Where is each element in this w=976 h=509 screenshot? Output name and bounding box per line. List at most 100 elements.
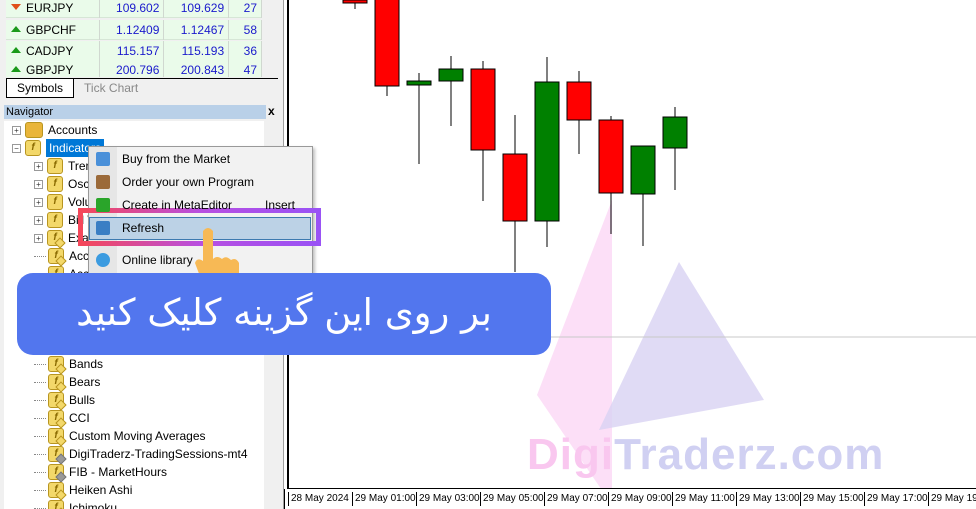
indicator-icon: f: [47, 230, 63, 246]
indicator-icon: f: [48, 356, 64, 372]
tree-item[interactable]: f Ichimoku: [34, 499, 117, 509]
time-tick-label: 29 May 19:00: [928, 492, 976, 506]
tab-tick-chart[interactable]: Tick Chart: [74, 79, 148, 98]
bearish-candle: [374, 0, 400, 87]
time-tick-label: 29 May 05:00: [480, 492, 544, 506]
bullish-candle: [630, 145, 656, 195]
bearish-candle: [566, 81, 592, 121]
indicator-icon: f: [48, 428, 64, 444]
time-tick-label: 29 May 09:00: [608, 492, 672, 506]
symbol-cell: CADJPY: [6, 40, 100, 61]
time-tick-label: 29 May 03:00: [416, 492, 480, 506]
indicator-icon: f: [48, 446, 64, 462]
refresh-icon: [96, 221, 110, 235]
instruction-banner: بر روی این گزینه کلیک کنید: [17, 273, 551, 355]
market-bag-icon: [96, 152, 110, 166]
arrow-up-icon: [11, 46, 21, 53]
watermark-logo-2: [599, 262, 764, 430]
collapse-icon[interactable]: −: [12, 143, 21, 153]
market-watch-row[interactable]: CADJPY 115.157 115.193 36: [6, 40, 263, 61]
bullish-candle: [406, 80, 432, 86]
tree-item[interactable]: + Accounts: [12, 121, 97, 139]
tree-item[interactable]: f Bears: [34, 373, 100, 391]
menu-item-label: Order your own Program: [122, 175, 255, 189]
indicator-icon: f: [47, 176, 63, 192]
spread-cell: 36: [229, 40, 263, 61]
bid-cell: 1.12409: [100, 19, 165, 40]
tree-item-label: Heiken Ashi: [69, 483, 133, 497]
bullish-candle: [662, 116, 688, 149]
tree-item[interactable]: f Bands: [34, 355, 103, 373]
tree-item[interactable]: f DigiTraderz-TradingSessions-mt4: [34, 445, 248, 463]
menu-item-create-in-metaeditor[interactable]: Create in MetaEditor Insert: [90, 194, 309, 216]
watermark-text: DigiTraderz.com: [527, 430, 884, 480]
menu-shortcut: Insert: [264, 198, 295, 212]
navigator-close-button[interactable]: x: [268, 104, 275, 118]
briefcase-icon: [96, 175, 110, 189]
expand-icon[interactable]: +: [12, 125, 21, 135]
market-watch-row[interactable]: EURJPY 109.602 109.629 27: [6, 0, 263, 18]
spread-cell: 27: [229, 0, 263, 18]
tree-item-label: Ichimoku: [69, 501, 118, 509]
time-axis: 28 May 2024 29 May 01:00 29 May 03:00 29 Ma…: [284, 489, 976, 509]
menu-item-label: Refresh: [122, 221, 165, 235]
expand-icon[interactable]: +: [34, 197, 43, 207]
tree-item-label: Accounts: [48, 123, 98, 137]
menu-item-label: Online library: [122, 253, 193, 267]
time-tick-label: 29 May 01:00: [352, 492, 416, 506]
indicator-icon: f: [48, 374, 64, 390]
spread-cell: 58: [229, 19, 263, 40]
expand-icon[interactable]: +: [34, 161, 43, 171]
indicator-icon: f: [48, 392, 64, 408]
bullish-candle: [438, 68, 464, 82]
time-tick-label: 29 May 07:00: [544, 492, 608, 506]
tree-item-label: DigiTraderz-TradingSessions-mt4: [69, 447, 248, 461]
indicator-icon: f: [47, 158, 63, 174]
symbol-cell: GBPJPY: [6, 59, 100, 77]
time-tick-label: 29 May 13:00: [736, 492, 800, 506]
expand-icon[interactable]: +: [34, 215, 43, 225]
ask-cell: 1.12467: [164, 19, 230, 40]
time-tick-label: 28 May 2024: [288, 492, 349, 506]
bid-cell: 200.796: [100, 59, 165, 77]
indicator-icon: f: [48, 500, 64, 509]
tree-item[interactable]: f FIB - MarketHours: [34, 463, 167, 481]
menu-item-label: Create in MetaEditor: [122, 198, 233, 212]
menu-item-buy-from-the-market[interactable]: Buy from the Market: [90, 148, 309, 170]
expand-icon[interactable]: +: [34, 233, 43, 243]
indicator-icon: f: [48, 410, 64, 426]
tree-item-label: Custom Moving Averages: [69, 429, 206, 443]
tree-item-label: FIB - MarketHours: [69, 465, 168, 479]
indicator-icon: f: [47, 194, 63, 210]
symbol-name: EURJPY: [26, 0, 74, 15]
expand-icon[interactable]: +: [34, 179, 43, 189]
tree-item[interactable]: f Bulls: [34, 391, 95, 409]
market-watch-row[interactable]: GBPJPY 200.796 200.843 47: [6, 59, 263, 77]
symbol-cell: GBPCHF: [6, 19, 100, 40]
menu-item-label: Buy from the Market: [122, 152, 231, 166]
indicator-icon: f: [25, 140, 41, 156]
tree-item[interactable]: f CCI: [34, 409, 90, 427]
spread-cell: 47: [229, 59, 263, 77]
menu-item-order-your-own-program[interactable]: Order your own Program: [90, 171, 309, 193]
market-watch-row[interactable]: GBPCHF 1.12409 1.12467 58: [6, 19, 263, 40]
accounts-icon: [25, 122, 43, 138]
bullish-candle: [534, 81, 560, 222]
tree-item-label: Bulls: [69, 393, 96, 407]
ask-cell: 115.193: [164, 40, 230, 61]
tree-item-label: CCI: [69, 411, 90, 425]
tree-item[interactable]: f Heiken Ashi: [34, 481, 132, 499]
time-tick-label: 29 May 11:00: [672, 492, 735, 506]
symbol-cell: EURJPY: [6, 0, 100, 18]
price-chart[interactable]: [287, 0, 976, 489]
bearish-candle: [598, 119, 624, 194]
tab-symbols[interactable]: Symbols: [6, 79, 75, 98]
plus-icon: [96, 198, 110, 212]
bearish-candle: [470, 68, 496, 151]
tree-item[interactable]: f Custom Moving Averages: [34, 427, 206, 445]
bid-cell: 109.602: [100, 0, 165, 18]
tree-item-label: Bears: [69, 375, 101, 389]
ask-cell: 200.843: [164, 59, 230, 77]
indicator-icon: f: [48, 248, 64, 264]
symbol-name: GBPJPY: [26, 62, 74, 77]
